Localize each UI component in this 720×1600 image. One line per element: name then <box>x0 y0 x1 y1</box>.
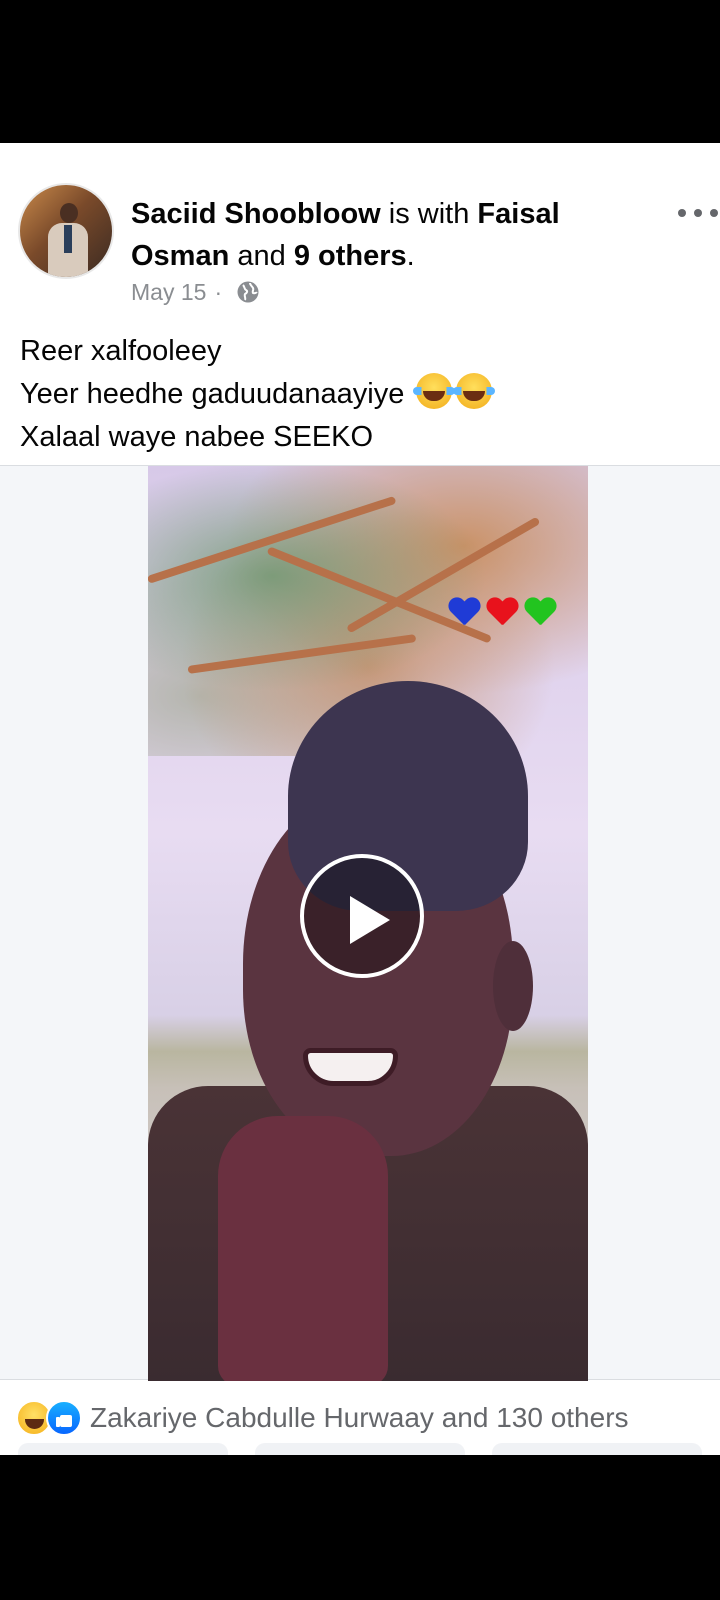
video-person-smile <box>303 1048 398 1086</box>
post-meta: May 15 · <box>131 277 260 307</box>
red-heart-icon <box>486 598 518 628</box>
video-player[interactable] <box>148 466 588 1381</box>
like-icon <box>46 1400 82 1436</box>
post-caption: Reer xalfooleey Yeer heedhe gaduudanaayi… <box>20 330 700 459</box>
more-dot <box>710 209 718 217</box>
post-media <box>0 465 720 1381</box>
video-person-ear <box>493 941 533 1031</box>
heart-overlay <box>448 598 556 628</box>
caption-line-with-emoji: Yeer heedhe gaduudanaayiye <box>20 373 700 416</box>
tagged-others[interactable]: 9 others <box>294 240 407 272</box>
author-name[interactable]: Saciid Shoobloow <box>131 198 381 230</box>
globe-icon <box>237 281 259 303</box>
meta-separator: · <box>214 278 223 305</box>
reaction-summary[interactable]: Zakariye Cabdulle Hurwaay and 130 others <box>16 1398 716 1438</box>
author-avatar[interactable] <box>18 183 114 279</box>
reaction-icons <box>16 1400 82 1436</box>
blue-heart-icon <box>448 598 480 628</box>
more-options-button[interactable] <box>678 201 718 225</box>
avatar-figure-shirt <box>64 225 72 253</box>
play-icon[interactable] <box>300 854 424 978</box>
tears-of-joy-emoji-icon <box>413 373 456 409</box>
post-header: Saciid Shoobloow is with Faisal Osman an… <box>131 193 611 277</box>
avatar-figure-head <box>60 203 78 223</box>
and-text: and <box>229 240 294 272</box>
with-text: is with <box>380 198 478 230</box>
caption-line: Xalaal waye nabee SEEKO <box>20 421 374 453</box>
status-bar-area <box>0 0 720 143</box>
video-person-hand <box>218 1116 388 1381</box>
feed-post: Saciid Shoobloow is with Faisal Osman an… <box>0 143 720 1463</box>
reaction-count-text[interactable]: Zakariye Cabdulle Hurwaay and 130 others <box>90 1402 629 1434</box>
navigation-bar-area <box>0 1455 720 1600</box>
caption-line: Reer xalfooleey <box>20 335 222 367</box>
more-dot <box>694 209 702 217</box>
post-date[interactable]: May 15 <box>131 279 206 306</box>
period: . <box>406 240 415 272</box>
tears-of-joy-emoji-icon <box>453 373 496 409</box>
caption-line: Yeer heedhe gaduudanaayiye <box>20 378 405 410</box>
green-heart-icon <box>524 598 556 628</box>
more-dot <box>678 209 686 217</box>
